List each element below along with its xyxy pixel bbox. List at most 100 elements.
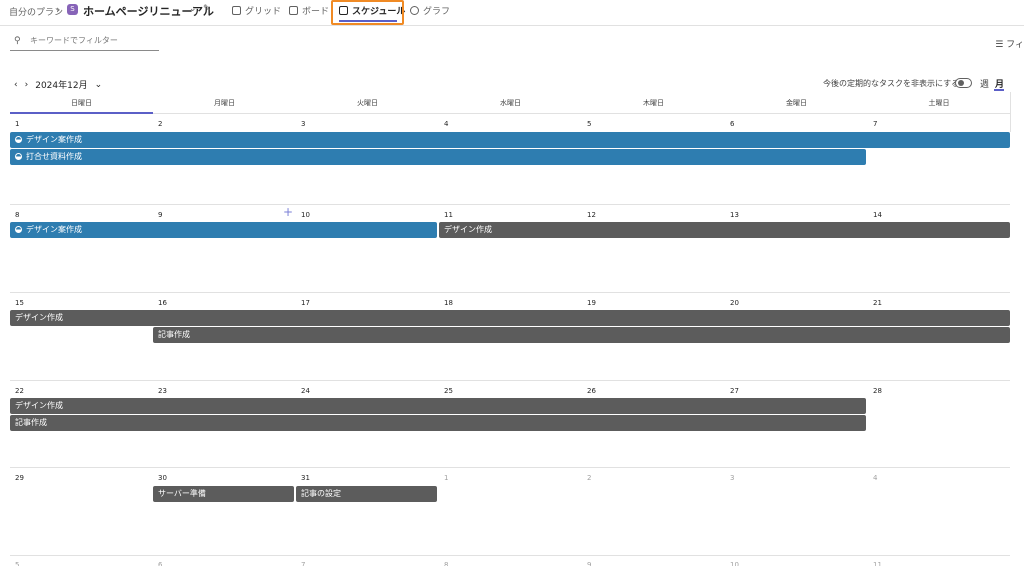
task-bar[interactable]: 記事作成 xyxy=(153,327,1010,343)
side-panel-edge xyxy=(1010,92,1024,132)
date-cell[interactable]: 12 xyxy=(587,211,596,219)
date-cell[interactable]: 10 xyxy=(301,211,310,219)
filter-field[interactable]: ⚲ xyxy=(10,35,159,51)
task-bar[interactable]: デザイン作成 xyxy=(10,398,866,414)
board-icon xyxy=(289,6,298,15)
date-cell[interactable]: 24 xyxy=(301,387,310,395)
tab-highlight-box xyxy=(331,0,404,25)
task-bar[interactable]: サーバー準備 xyxy=(153,486,294,502)
date-cell[interactable]: 20 xyxy=(730,299,739,307)
date-cell[interactable]: 1 xyxy=(444,474,448,482)
date-cell[interactable]: 2 xyxy=(158,120,162,128)
date-cell[interactable]: 3 xyxy=(301,120,305,128)
date-cell[interactable]: 22 xyxy=(15,387,24,395)
date-cell[interactable]: 21 xyxy=(873,299,882,307)
view-week-button[interactable]: 週 xyxy=(980,77,989,90)
task-bar[interactable]: 記事の設定 xyxy=(296,486,437,502)
day-header-tue: 火曜日 xyxy=(357,99,378,107)
date-cell[interactable]: 30 xyxy=(158,474,167,482)
day-headers: 日曜日 月曜日 火曜日 水曜日 木曜日 金曜日 土曜日 xyxy=(10,93,1010,114)
date-cell[interactable]: 16 xyxy=(158,299,167,307)
date-cell[interactable]: 6 xyxy=(730,120,734,128)
breadcrumb-my-plans[interactable]: 自分のプラン xyxy=(9,5,63,18)
date-cell[interactable]: 27 xyxy=(730,387,739,395)
progress-half-icon xyxy=(15,226,22,233)
date-cell[interactable]: 8 xyxy=(15,211,19,219)
date-cell[interactable]: 5 xyxy=(15,561,19,566)
task-bar[interactable]: デザイン作成 xyxy=(439,222,1010,238)
task-title: デザイン作成 xyxy=(444,225,492,234)
pin-icon[interactable]: ✎ xyxy=(203,4,211,14)
date-cell[interactable]: 2 xyxy=(587,474,591,482)
date-cell[interactable]: 14 xyxy=(873,211,882,219)
date-cell[interactable]: 15 xyxy=(15,299,24,307)
task-title: デザイン案作成 xyxy=(26,225,82,234)
date-cell[interactable]: 19 xyxy=(587,299,596,307)
task-title: デザイン作成 xyxy=(15,401,63,410)
date-cell[interactable]: 6 xyxy=(158,561,162,566)
date-cell[interactable]: 4 xyxy=(444,120,448,128)
date-cell[interactable]: 26 xyxy=(587,387,596,395)
task-bar[interactable]: デザイン作成 xyxy=(10,310,1010,326)
week-divider xyxy=(10,555,1010,556)
date-cell[interactable]: 10 xyxy=(730,561,739,566)
date-cell[interactable]: 11 xyxy=(873,561,882,566)
task-title: デザイン案作成 xyxy=(26,135,82,144)
progress-half-icon xyxy=(15,136,22,143)
date-cell[interactable]: 28 xyxy=(873,387,882,395)
date-cell[interactable]: 18 xyxy=(444,299,453,307)
hide-recurring-toggle[interactable] xyxy=(955,78,972,88)
task-title: 記事作成 xyxy=(158,330,190,339)
date-cell[interactable]: 7 xyxy=(301,561,305,566)
next-month-icon[interactable]: › xyxy=(25,80,29,90)
date-cell[interactable]: 13 xyxy=(730,211,739,219)
week-divider xyxy=(10,292,1010,293)
date-cell[interactable]: 25 xyxy=(444,387,453,395)
date-cell[interactable]: 23 xyxy=(158,387,167,395)
tab-grid-label: グリッド xyxy=(245,7,282,17)
task-bar[interactable]: デザイン案作成 xyxy=(10,132,1010,148)
date-cell[interactable]: 29 xyxy=(15,474,24,482)
top-bar: 自分のプラン › S ホームページリニューアル ⌄ ✎ グリッド ボード スケジ… xyxy=(0,0,1024,26)
date-cell[interactable]: 1 xyxy=(15,120,19,128)
date-cell[interactable]: 3 xyxy=(730,474,734,482)
task-title: 打合せ資料作成 xyxy=(26,152,82,161)
day-header-indicator xyxy=(10,112,153,114)
filter-input[interactable] xyxy=(30,36,156,45)
date-cell[interactable]: 9 xyxy=(158,211,162,219)
date-cell[interactable]: 11 xyxy=(444,211,453,219)
search-icon: ⚲ xyxy=(14,36,21,46)
toggle-knob xyxy=(958,80,964,86)
filter-button[interactable]: ☰ フィ xyxy=(995,37,1024,50)
week-divider xyxy=(10,204,1010,205)
date-cell[interactable]: 9 xyxy=(587,561,591,566)
prev-month-icon[interactable]: ‹ xyxy=(14,80,18,90)
date-cell[interactable]: 4 xyxy=(873,474,877,482)
day-header-fri: 金曜日 xyxy=(786,99,807,107)
tab-graph[interactable]: グラフ xyxy=(410,4,450,17)
tab-board-label: ボード xyxy=(302,7,330,17)
add-task-icon[interactable]: + xyxy=(283,205,293,219)
tab-grid[interactable]: グリッド xyxy=(232,4,281,17)
date-cell[interactable]: 7 xyxy=(873,120,877,128)
day-header-wed: 水曜日 xyxy=(500,99,521,107)
week-divider xyxy=(10,467,1010,468)
task-bar[interactable]: デザイン案作成 xyxy=(10,222,437,238)
task-title: サーバー準備 xyxy=(158,489,206,498)
filter-button-label: フィ xyxy=(1006,40,1024,50)
chevron-down-icon[interactable]: ⌄ xyxy=(95,80,103,90)
month-label[interactable]: 2024年12月 xyxy=(35,78,87,91)
task-bar[interactable]: 打合せ資料作成 xyxy=(10,149,866,165)
task-bar[interactable]: 記事作成 xyxy=(10,415,866,431)
chevron-down-icon[interactable]: ⌄ xyxy=(189,4,197,14)
grid-icon xyxy=(232,6,241,15)
day-header-mon: 月曜日 xyxy=(214,99,235,107)
progress-half-icon xyxy=(15,153,22,160)
date-cell[interactable]: 17 xyxy=(301,299,310,307)
tab-board[interactable]: ボード xyxy=(289,4,329,17)
chart-icon xyxy=(410,6,419,15)
date-cell[interactable]: 5 xyxy=(587,120,591,128)
task-title: 記事作成 xyxy=(15,418,47,427)
date-cell[interactable]: 8 xyxy=(444,561,448,566)
date-cell[interactable]: 31 xyxy=(301,474,310,482)
